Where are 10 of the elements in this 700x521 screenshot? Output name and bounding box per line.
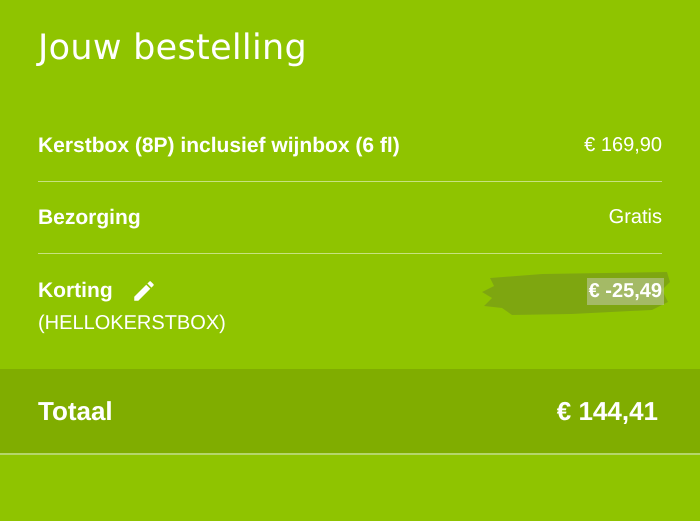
total-amount: € 144,41: [556, 396, 658, 426]
line-amount: Gratis: [608, 206, 662, 229]
line-amount: € 169,90: [584, 134, 662, 157]
total-label: Totaal: [38, 396, 113, 426]
discount-code: (HELLOKERSTBOX): [38, 312, 226, 335]
line-label: Kerstbox (8P) inclusief wijnbox (6 fl): [38, 134, 400, 158]
line-label: Korting: [38, 279, 113, 303]
line-amount: € -25,49: [586, 278, 664, 305]
order-title: Jouw bestelling: [35, 27, 308, 70]
line-label: Bezorging: [38, 206, 141, 230]
